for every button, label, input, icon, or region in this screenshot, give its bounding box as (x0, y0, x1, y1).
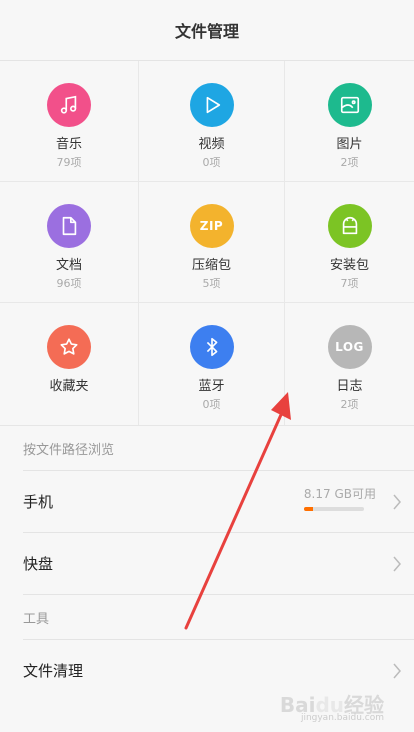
tools-section-title: 工具 (23, 612, 50, 627)
storage-indicator: 8.17 GB可用 (303, 485, 376, 511)
category-count: 2项 (340, 156, 359, 169)
category-label: 音乐 (55, 137, 82, 152)
category-count: 79项 (56, 156, 82, 169)
category-documents[interactable]: 文档 96项 (0, 182, 139, 303)
category-archives[interactable]: ZIP 压缩包 5项 (139, 182, 285, 303)
storage-available-text: 8.17 GB可用 (303, 487, 376, 501)
zip-icon-text: ZIP (199, 219, 224, 233)
category-label: 蓝牙 (198, 379, 225, 394)
chevron-right-icon (393, 663, 401, 678)
document-icon (47, 204, 91, 248)
storage-progress-bar (303, 507, 364, 511)
page-title: 文件管理 (174, 22, 239, 41)
category-bluetooth[interactable]: 蓝牙 0项 (139, 303, 285, 425)
category-label: 安装包 (329, 258, 369, 273)
category-count: 0项 (202, 398, 221, 411)
category-count: 96项 (56, 277, 82, 290)
baidu-watermark-logo: Baidu经验 jingyan.baidu.com (279, 693, 384, 723)
category-music[interactable]: 音乐 79项 (0, 61, 139, 182)
log-icon-text: LOG (335, 340, 364, 354)
phone-storage-row[interactable]: 手机 8.17 GB可用 (23, 470, 414, 532)
category-count: 5项 (202, 277, 221, 290)
kuaipan-row[interactable]: 快盘 (23, 532, 414, 594)
star-icon (47, 325, 91, 369)
android-icon (327, 204, 372, 248)
image-icon (327, 83, 372, 127)
category-count: 2项 (340, 398, 359, 411)
category-label: 文档 (55, 258, 82, 273)
chevron-right-icon (393, 556, 401, 571)
category-video[interactable]: 视频 0项 (139, 61, 285, 182)
category-label: 压缩包 (191, 258, 231, 273)
category-apks[interactable]: 安装包 7项 (285, 182, 414, 303)
log-icon: LOG (327, 325, 372, 369)
category-label: 收藏夹 (49, 379, 89, 394)
category-count: 0项 (202, 156, 221, 169)
music-note-icon (47, 83, 91, 127)
category-grid: 音乐 79项 视频 0项 图片 2项 文档 96项 ZIP 压缩包 5项 安装包… (0, 61, 414, 426)
zip-icon: ZIP (189, 204, 234, 248)
category-count: 7项 (340, 277, 359, 290)
chevron-right-icon (393, 494, 401, 509)
category-favorites[interactable]: 收藏夹 (0, 303, 139, 425)
category-label: 视频 (198, 137, 225, 152)
browse-section-title: 按文件路径浏览 (23, 443, 115, 458)
title-bar: 文件管理 (0, 0, 414, 61)
phone-label: 手机 (23, 493, 54, 511)
category-label: 图片 (336, 137, 363, 152)
category-logs[interactable]: LOG 日志 2项 (285, 303, 414, 425)
bluetooth-icon (189, 325, 234, 369)
play-icon (189, 83, 234, 127)
file-cleanup-label: 文件清理 (23, 662, 84, 680)
category-images[interactable]: 图片 2项 (285, 61, 414, 182)
kuaipan-label: 快盘 (23, 555, 54, 573)
file-manager-screen: 文件管理 音乐 79项 视频 0项 图片 2项 文档 96项 ZIP 压缩包 5… (0, 0, 414, 732)
category-label: 日志 (336, 379, 363, 394)
storage-progress-fill (303, 507, 313, 511)
